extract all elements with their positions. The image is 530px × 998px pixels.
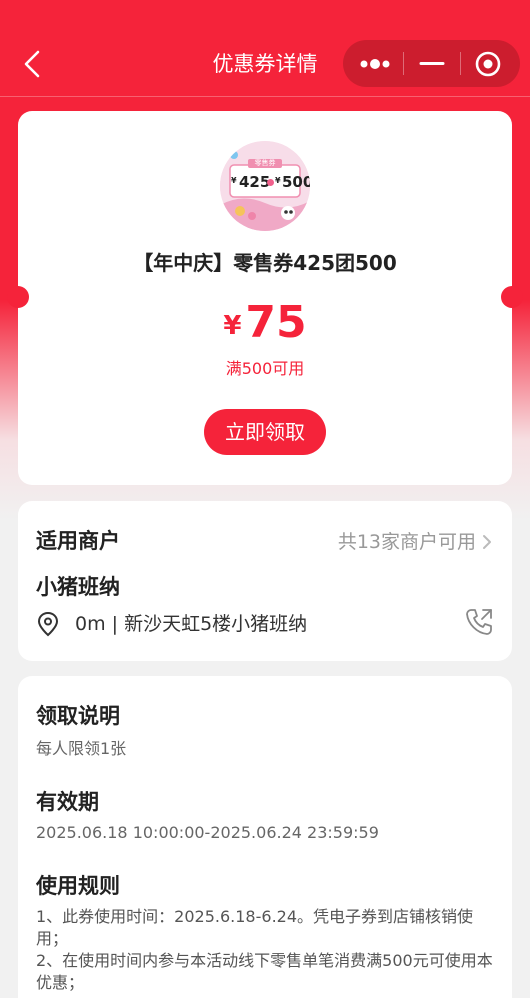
- currency-symbol: ¥: [223, 311, 242, 341]
- chevron-right-icon: [482, 531, 492, 553]
- coupon-card: 零售券 ¥ 425 ¥ 500 【年中庆】零售券425团500 ¥75 满500…: [7, 111, 523, 485]
- usage-condition: 满500可用: [225, 359, 305, 378]
- coupon-image: 零售券 ¥ 425 ¥ 500: [220, 141, 310, 231]
- merchant-count-label: 共13家商户可用: [337, 531, 476, 553]
- close-target-icon: [475, 51, 501, 77]
- phone-icon[interactable]: [464, 607, 494, 637]
- back-button[interactable]: [20, 46, 44, 82]
- more-dots-icon: [360, 59, 390, 69]
- location-pin-icon: [37, 611, 59, 637]
- merchant-section-title: 适用商户: [36, 529, 120, 553]
- all-merchants-link[interactable]: 共13家商户可用: [338, 527, 492, 554]
- claim-instructions-text: 每人限领1张: [36, 739, 127, 758]
- claim-button[interactable]: 立即领取: [204, 409, 326, 455]
- price-amount: 75: [245, 297, 307, 348]
- coupon-price: ¥75: [18, 297, 512, 349]
- coupon-image-from: 425: [239, 173, 271, 191]
- coupon-image-yen: ¥: [231, 176, 237, 185]
- navigation-bar: 优惠券详情: [0, 0, 530, 97]
- merchant-card: 适用商户 共13家商户可用 小猪班纳 0m | 新沙天虹5楼小猪班纳: [18, 501, 512, 661]
- coupon-image-flower-icon: [267, 179, 274, 186]
- page-title: 优惠券详情: [212, 52, 318, 76]
- usage-rule-item: 1、此券使用时间：2025.6.18-6.24。凭电子券到店铺核销使用；: [36, 907, 474, 948]
- coupon-image-tag: 零售券: [254, 159, 276, 167]
- validity-title: 有效期: [36, 790, 99, 814]
- coupon-info-card: 领取说明 每人限领1张 有效期 2025.06.18 10:00:00-2025…: [18, 676, 512, 998]
- usage-rules-text: 1、此券使用时间：2025.6.18-6.24。凭电子券到店铺核销使用； 2、在…: [36, 906, 496, 994]
- minimize-icon: [419, 62, 445, 65]
- merchant-name: 小猪班纳: [36, 575, 120, 599]
- coupon-image-yen: ¥: [275, 176, 281, 185]
- merchant-location-text: 0m | 新沙天虹5楼小猪班纳: [75, 613, 308, 635]
- coupon-name: 【年中庆】零售券425团500: [133, 251, 397, 275]
- more-button[interactable]: [343, 40, 403, 87]
- close-button[interactable]: [461, 40, 520, 87]
- coupon-image-to: 500: [282, 173, 310, 191]
- usage-rules-title: 使用规则: [36, 874, 120, 898]
- usage-rule-item: 2、在使用时间内参与本活动线下零售单笔消费满500元可使用本优惠；: [36, 951, 493, 992]
- mini-program-capsule: [343, 40, 520, 87]
- back-arrow-icon: [24, 50, 40, 78]
- validity-text: 2025.06.18 10:00:00-2025.06.24 23:59:59: [36, 823, 379, 842]
- minimize-button[interactable]: [404, 40, 460, 87]
- claim-instructions-title: 领取说明: [36, 704, 120, 728]
